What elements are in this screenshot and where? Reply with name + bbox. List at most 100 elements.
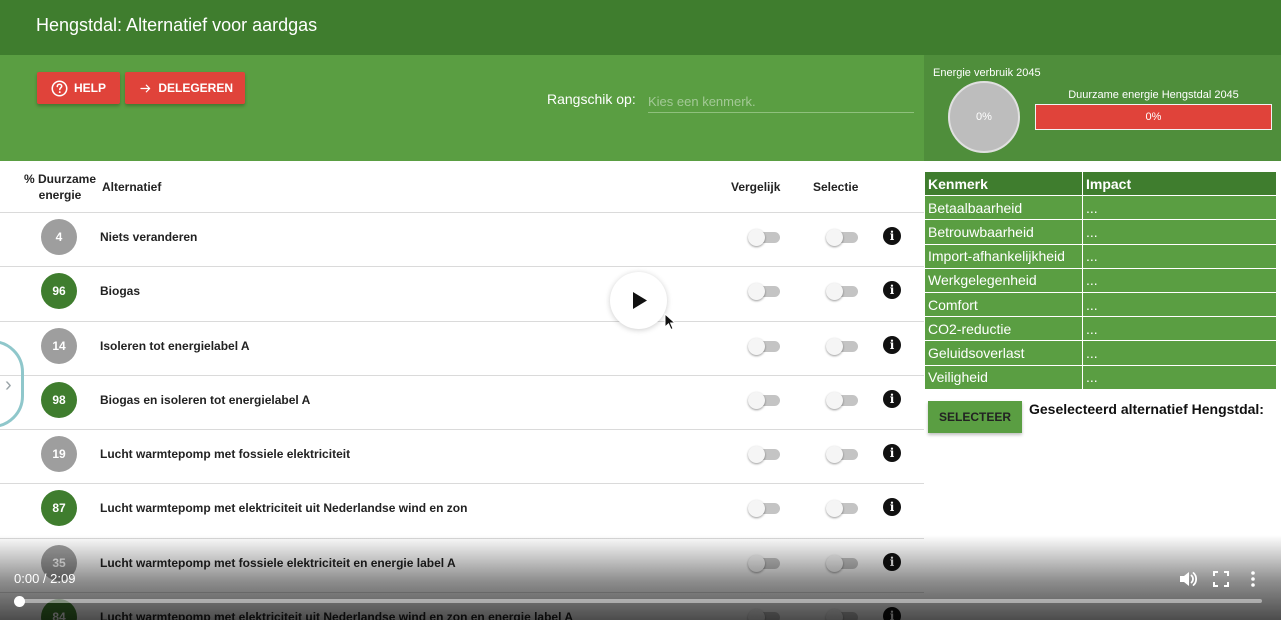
select-toggle[interactable] <box>826 446 858 464</box>
compare-toggle[interactable] <box>748 283 780 301</box>
select-toggle[interactable] <box>826 229 858 246</box>
table-row: 14 Isoleren tot energielabel A i <box>0 322 924 376</box>
video-time: 0:00 / 2:09 <box>14 571 76 586</box>
video-play-button[interactable] <box>610 272 667 329</box>
table-row: 4 Niets veranderen i <box>0 213 924 268</box>
kenmerk-impact: ... <box>1082 340 1277 366</box>
mouse-cursor-icon <box>664 313 676 331</box>
column-header-percentage-line2: energie <box>38 188 82 202</box>
app-header: Hengstdal: Alternatief voor aardgas <box>0 0 1281 55</box>
play-icon <box>633 292 647 309</box>
kenmerk-row: Werkgelegenheid... <box>924 267 1277 293</box>
energy-usage-gauge: 0% <box>948 81 1020 153</box>
kenmerk-impact: ... <box>1082 243 1277 269</box>
alternative-label: Lucht warmtepomp met elektriciteit uit N… <box>100 610 573 620</box>
info-icon[interactable]: i <box>883 552 901 571</box>
kenmerk-name: Import-afhankelijkheid <box>924 243 1083 269</box>
compare-toggle[interactable] <box>748 500 780 518</box>
volume-icon[interactable] <box>1178 569 1198 589</box>
compare-toggle[interactable] <box>748 554 780 572</box>
percentage-badge: 96 <box>41 273 77 310</box>
selected-alternative-label: Geselecteerd alternatief Hengstdal: <box>1029 401 1264 417</box>
percentage-badge: 4 <box>41 219 77 255</box>
sustainable-energy-title: Duurzame energie Hengstdal 2045 <box>1068 89 1239 101</box>
kenmerk-name: Betrouwbaarheid <box>924 219 1083 245</box>
page-title: Hengstdal: Alternatief voor aardgas <box>36 15 318 35</box>
select-button[interactable]: SELECTEER <box>928 401 1022 433</box>
kenmerk-name: Comfort <box>924 291 1083 318</box>
select-toggle[interactable] <box>826 283 858 301</box>
select-toggle[interactable] <box>826 500 858 518</box>
help-button[interactable]: HELP <box>37 72 120 104</box>
table-row: 96 Biogas i <box>0 267 924 322</box>
alternatives-list: 4 Niets veranderen i 96 Biogas i 14 Isoleren to… <box>0 213 924 620</box>
video-progress-bar[interactable] <box>18 599 1262 603</box>
kenmerk-row: Betrouwbaarheid... <box>924 219 1277 245</box>
kenmerk-name: Werkgelegenheid <box>924 267 1083 293</box>
sort-input[interactable] <box>648 91 914 113</box>
kenmerk-impact: ... <box>1082 267 1277 293</box>
column-header-alternative: Alternatief <box>102 180 162 194</box>
energy-usage-value: 0% <box>976 111 992 123</box>
percentage-badge: 87 <box>41 490 77 527</box>
info-icon[interactable]: i <box>883 389 901 408</box>
kenmerk-row: Comfort... <box>924 291 1277 318</box>
kenmerk-name: Veiligheid <box>924 364 1083 390</box>
percentage-badge: 14 <box>41 327 77 364</box>
more-vert-icon[interactable] <box>1243 569 1263 589</box>
info-icon[interactable]: i <box>883 335 901 354</box>
chevron-right-icon[interactable]: › <box>5 374 12 397</box>
compare-toggle[interactable] <box>748 391 780 409</box>
fullscreen-icon[interactable] <box>1211 569 1231 589</box>
percentage-badge: 19 <box>41 436 77 473</box>
table-row: 35 Lucht warmtepomp met fossiele elektric… <box>0 539 924 594</box>
kenmerk-impact: ... <box>1082 219 1277 245</box>
info-icon[interactable]: i <box>883 227 901 245</box>
kenmerk-name: Betaalbaarheid <box>924 195 1083 221</box>
toolbar: HELP DELEGEREN Rangschik op: <box>0 55 924 161</box>
sustainable-energy-bar: 0% <box>1035 104 1272 130</box>
alternatives-list-header: % Duurzame energie Alternatief Vergelijk… <box>0 161 924 213</box>
kenmerk-row: Import-afhankelijkheid... <box>924 243 1277 269</box>
arrow-right-icon <box>140 84 151 92</box>
alternative-label: Lucht warmtepomp met fossiele elektricit… <box>100 447 351 462</box>
select-toggle[interactable] <box>826 609 858 620</box>
kenmerk-row: CO2-reductie... <box>924 316 1277 342</box>
table-row: 19 Lucht warmtepomp met fossiele elektric… <box>0 430 924 485</box>
energy-usage-title: Energie verbruik 2045 <box>933 67 1041 79</box>
alternative-label: Lucht warmtepomp met elektriciteit uit N… <box>100 501 468 516</box>
column-header-percentage: % Duurzame energie <box>18 171 102 203</box>
select-toggle[interactable] <box>826 337 858 355</box>
kenmerk-row: Betaalbaarheid... <box>924 195 1277 221</box>
kenmerk-table-header-impact: Impact <box>1082 170 1277 197</box>
info-icon[interactable]: i <box>883 607 901 620</box>
video-progress-handle[interactable] <box>14 596 25 607</box>
info-icon[interactable]: i <box>883 498 901 517</box>
info-icon[interactable]: i <box>883 444 901 463</box>
kenmerk-impact: ... <box>1082 364 1277 390</box>
compare-toggle[interactable] <box>748 446 780 464</box>
kenmerk-name: Geluidsoverlast <box>924 340 1083 366</box>
kenmerk-row: Veiligheid... <box>924 364 1277 390</box>
sort-label: Rangschik op: <box>547 91 636 107</box>
compare-toggle[interactable] <box>748 609 780 620</box>
help-circle-icon <box>51 80 68 96</box>
info-icon[interactable]: i <box>883 281 901 300</box>
compare-toggle[interactable] <box>748 229 780 246</box>
kenmerk-row: Geluidsoverlast... <box>924 340 1277 366</box>
percentage-badge: 98 <box>41 381 77 418</box>
energy-panel: Energie verbruik 2045 0% Duurzame energi… <box>924 55 1281 161</box>
kenmerk-impact: ... <box>1082 291 1277 318</box>
column-header-percentage-line1: % Duurzame <box>23 172 97 186</box>
column-header-select: Selectie <box>813 180 859 194</box>
alternative-label: Biogas <box>100 284 141 299</box>
delegate-button-label: DELEGEREN <box>158 81 233 95</box>
kenmerk-name: CO2-reductie <box>924 316 1083 342</box>
delegate-button[interactable]: DELEGEREN <box>125 72 245 104</box>
alternative-label: Niets veranderen <box>100 230 198 244</box>
select-toggle[interactable] <box>826 554 858 572</box>
alternative-label: Biogas en isoleren tot energielabel A <box>100 392 311 407</box>
column-header-compare: Vergelijk <box>731 180 781 194</box>
compare-toggle[interactable] <box>748 337 780 355</box>
select-toggle[interactable] <box>826 391 858 409</box>
